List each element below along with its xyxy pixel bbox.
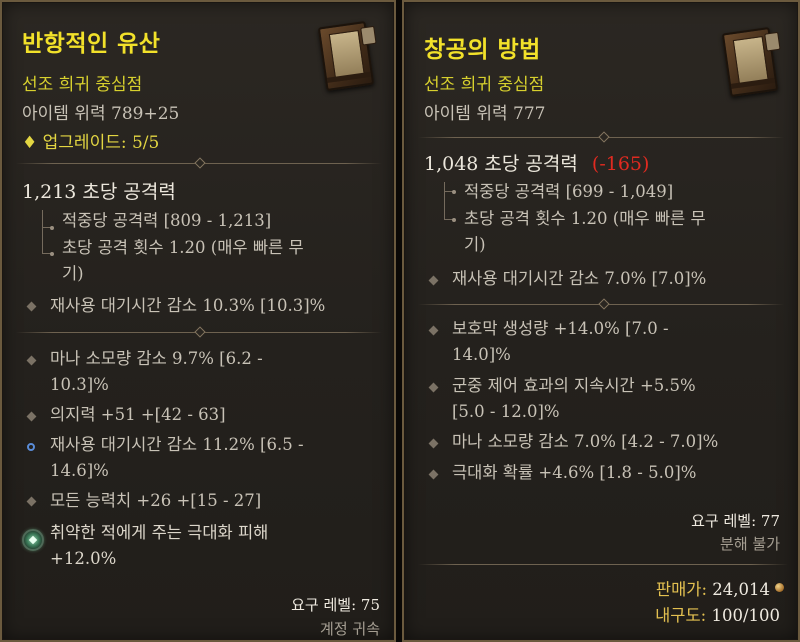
upgrade-diamond-icon: ♦ — [22, 133, 38, 153]
divider-ornament — [598, 131, 610, 143]
item-rarity: 선조 희귀 중심점 — [22, 75, 143, 95]
stat-bullet — [26, 301, 37, 312]
stat-bullet — [26, 411, 37, 422]
affix-all-stats: 모든 능력치 +26 +[15 - 27] — [50, 491, 262, 510]
section-divider — [418, 564, 788, 565]
stat-branch — [444, 192, 454, 220]
stat-bullet — [428, 382, 439, 393]
dps-value: 1,048 초당 공격력 — [424, 153, 578, 175]
attack-speed: 초당 공격 횟수 1.20 (매우 빠른 무 — [62, 238, 304, 257]
dps-value: 1,213 초당 공격력 — [22, 181, 176, 203]
affix-mana-cost-cont: 10.3]% — [50, 375, 109, 394]
affix-barrier-gen-cont: 14.0]% — [452, 345, 511, 364]
socketed-gem-icon — [22, 529, 44, 551]
divider-ornament — [194, 326, 206, 338]
sell-price-label: 판매가: — [655, 580, 708, 599]
salvage-status: 분해 불가 — [720, 535, 780, 553]
item-tooltip-right: 창공의 방법 선조 희귀 중심점 아이템 위력 777 1,048 초당 공격력… — [402, 0, 800, 642]
upgrade-count: 업그레이드: 5/5 — [42, 133, 160, 153]
durability-label: 내구도: — [655, 606, 707, 625]
affix-barrier-gen: 보호막 생성량 +14.0% [7.0 - — [452, 319, 669, 338]
stat-branch-dot — [452, 218, 456, 222]
item-power: 아이템 위력 789+25 — [22, 104, 180, 124]
affix-cc-duration-cont: [5.0 - 12.0]% — [452, 402, 560, 421]
required-level: 요구 레벨: 75 — [291, 596, 380, 614]
affix-cooldown-cont: 14.6]% — [50, 461, 109, 480]
stat-bullet — [428, 438, 439, 449]
stat-bullet — [26, 496, 37, 507]
attack-speed-cont: 기) — [62, 264, 84, 283]
affix-crit-chance: 극대화 확률 +4.6% [1.8 - 5.0]% — [452, 463, 697, 482]
stat-bullet — [26, 355, 37, 366]
gold-coin-icon — [775, 583, 784, 592]
stat-bullet — [428, 469, 439, 480]
gem-effect: 취약한 적에게 주는 극대화 피해 — [50, 523, 269, 542]
implicit-stat: 재사용 대기시간 감소 10.3% [10.3]% — [50, 296, 326, 315]
item-power: 아이템 위력 777 — [424, 104, 546, 124]
durability: 내구도: 100/100 — [655, 602, 780, 626]
sell-price: 판매가: 24,014 — [656, 576, 770, 600]
item-name: 반항적인 유산 — [22, 30, 161, 57]
stat-branch-dot — [50, 252, 54, 256]
dps-delta: (-165) — [591, 153, 650, 175]
divider-ornament — [598, 298, 610, 310]
stat-bullet — [428, 275, 439, 286]
tempered-affix-icon — [27, 443, 35, 451]
damage-per-hit: 적중당 공격력 [699 - 1,049] — [464, 182, 674, 201]
item-name: 창공의 방법 — [424, 36, 541, 63]
stat-bullet — [428, 325, 439, 336]
item-tooltip-left: 반항적인 유산 선조 희귀 중심점 아이템 위력 789+25 ♦ 업그레이드:… — [0, 0, 396, 642]
stat-branch — [42, 228, 52, 254]
durability-value: 100/100 — [711, 606, 780, 625]
upgrade-status: ♦ 업그레이드: 5/5 — [22, 128, 159, 153]
divider-ornament — [194, 157, 206, 169]
attack-speed: 초당 공격 횟수 1.20 (매우 빠른 무 — [464, 209, 706, 228]
tome-icon — [317, 20, 377, 92]
affix-mana-cost: 마나 소모량 감소 9.7% [6.2 - — [50, 349, 263, 368]
affix-mana-cost: 마나 소모량 감소 7.0% [4.2 - 7.0]% — [452, 432, 719, 451]
damage-per-hit: 적중당 공격력 [809 - 1,213] — [62, 211, 272, 230]
gem-effect-cont: +12.0% — [50, 549, 117, 568]
tome-icon — [721, 26, 781, 98]
sell-price-value: 24,014 — [712, 580, 770, 599]
affix-willpower: 의지력 +51 +[42 - 63] — [50, 405, 226, 424]
affix-cc-duration: 군중 제어 효과의 지속시간 +5.5% — [452, 376, 696, 395]
item-rarity: 선조 희귀 중심점 — [424, 75, 545, 95]
dps-comparison: 1,048 초당 공격력 (-165) — [424, 149, 649, 176]
account-bound: 계정 귀속 — [320, 620, 380, 638]
implicit-stat: 재사용 대기시간 감소 7.0% [7.0]% — [452, 269, 707, 288]
affix-cooldown: 재사용 대기시간 감소 11.2% [6.5 - — [50, 435, 304, 454]
attack-speed-cont: 기) — [464, 235, 486, 254]
required-level: 요구 레벨: 77 — [691, 512, 780, 530]
